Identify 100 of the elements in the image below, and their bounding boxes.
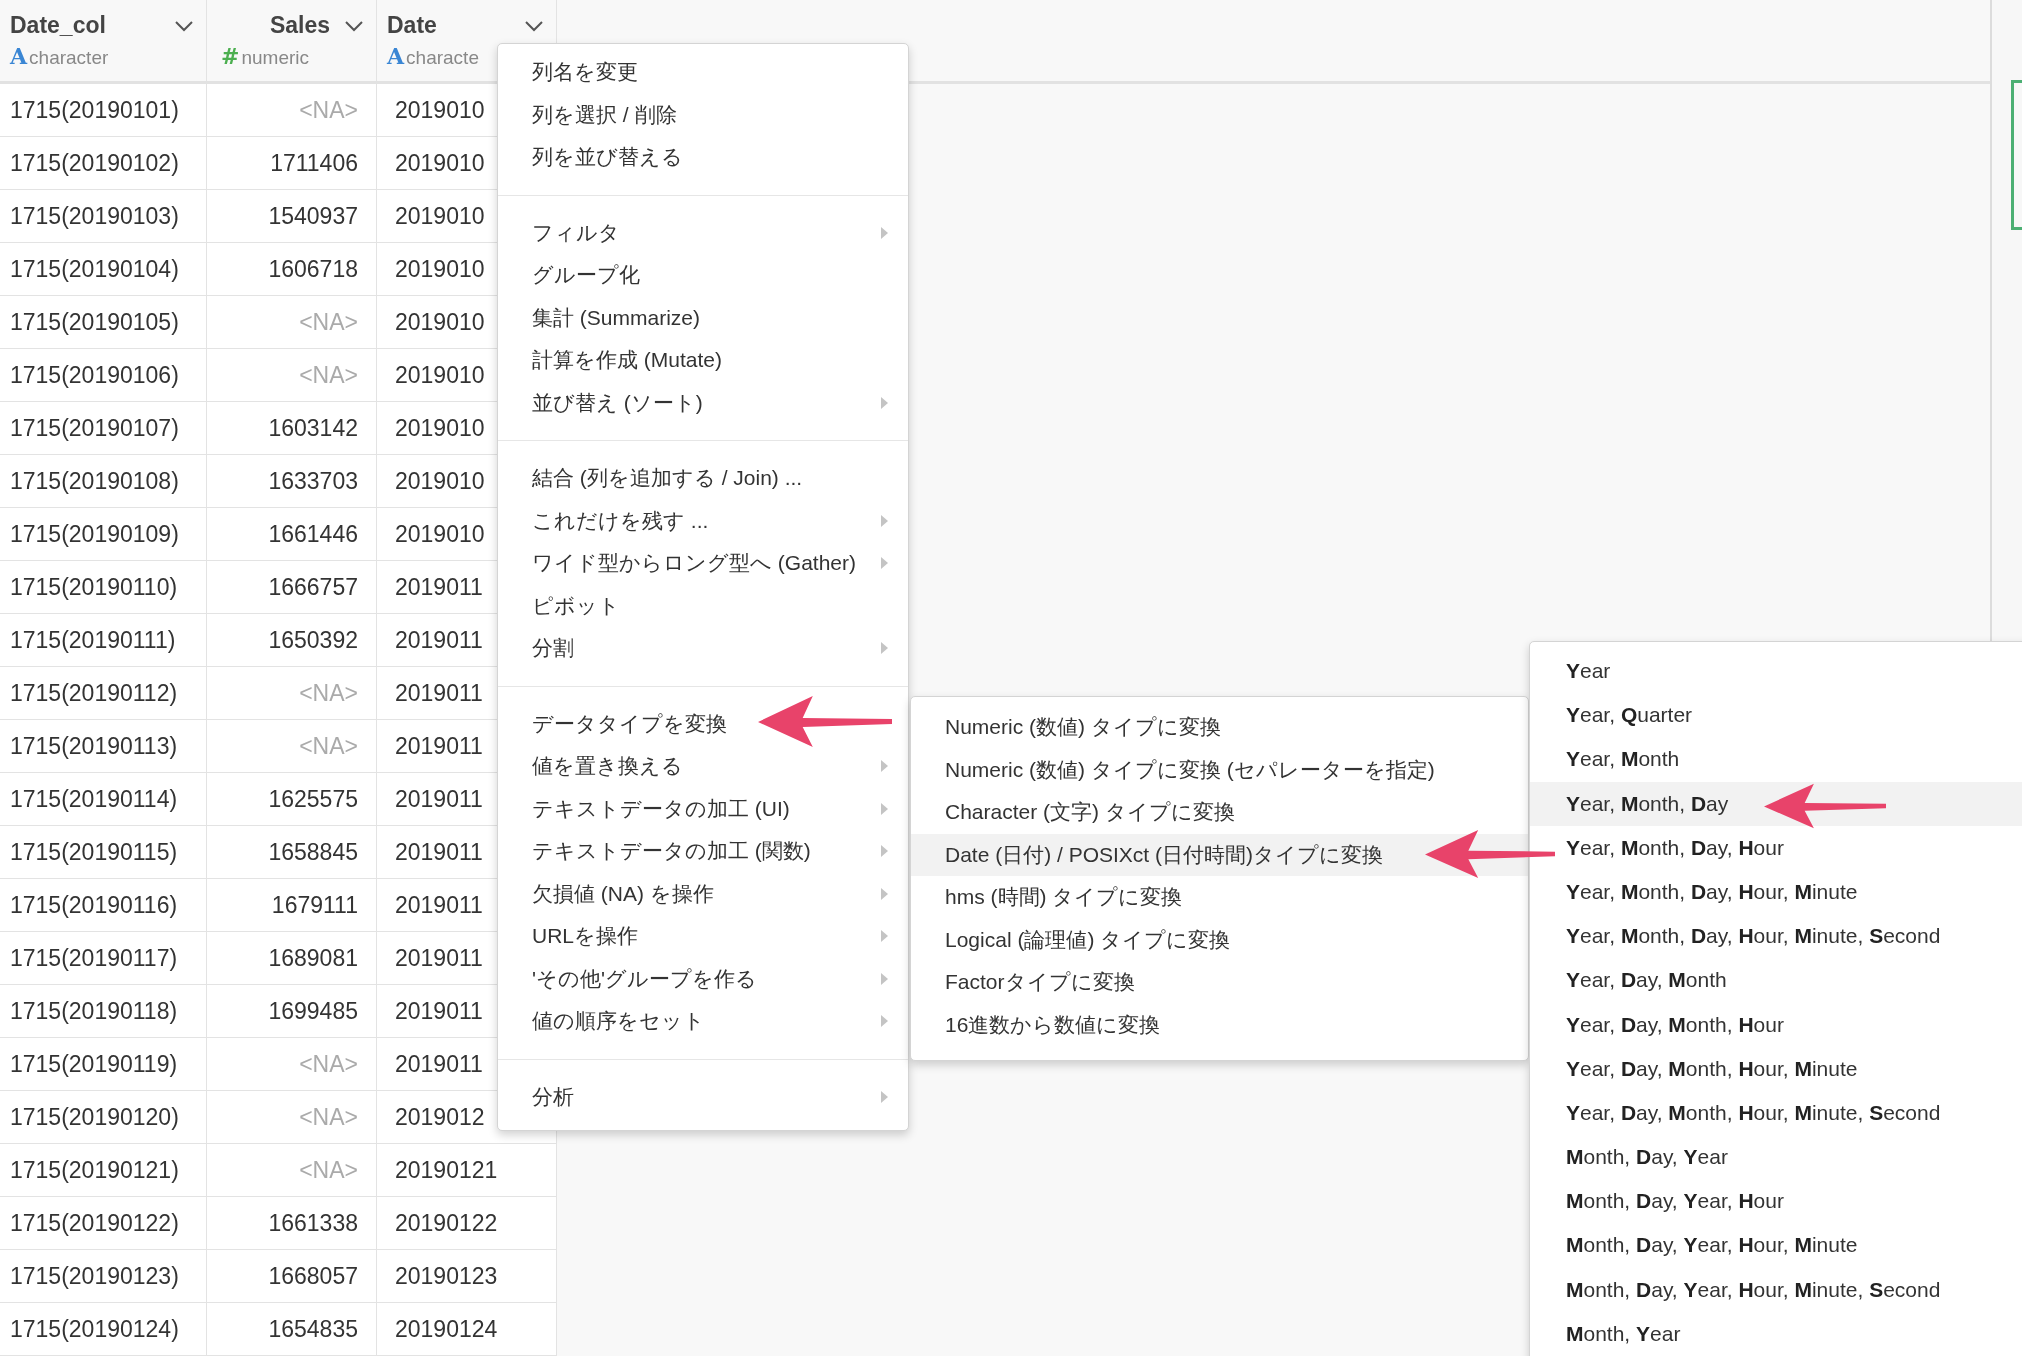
- submenu-arrow-icon: [881, 760, 888, 773]
- table-cell: 1715(20190113): [0, 720, 207, 772]
- table-cell: 1625575: [207, 773, 377, 825]
- submenu-arrow-icon: [881, 226, 888, 239]
- submenu-arrow-icon: [881, 514, 888, 527]
- table-cell: 1711406: [207, 137, 377, 189]
- menu-item[interactable]: Year, Quarter: [1530, 693, 2022, 738]
- menu-item[interactable]: Year, Month, Day, Hour, Minute, Second: [1530, 914, 2022, 959]
- table-cell: 1658845: [207, 826, 377, 878]
- submenu-arrow-icon: [881, 887, 888, 900]
- menu-item[interactable]: Numeric (数値) タイプに変換: [911, 706, 1528, 749]
- menu-item[interactable]: Year: [1530, 649, 2022, 694]
- table-cell: 1715(20190114): [0, 773, 207, 825]
- column-header[interactable]: Date_col Acharacter: [0, 0, 207, 81]
- menu-item[interactable]: Character (文字) タイプに変換: [911, 791, 1528, 834]
- table-cell: 1715(20190118): [0, 985, 207, 1037]
- submenu-arrow-icon: [881, 802, 888, 815]
- table-cell: 1603142: [207, 402, 377, 454]
- menu-item[interactable]: Year, Day, Month, Hour, Minute, Second: [1530, 1090, 2022, 1136]
- type-icon: A: [387, 43, 405, 69]
- submenu-arrow-icon: [881, 642, 888, 655]
- table-cell: 1650392: [207, 614, 377, 666]
- menu-item[interactable]: Month, Year: [1530, 1311, 2022, 1356]
- table-cell: <NA>: [207, 1091, 377, 1143]
- table-cell: 1715(20190106): [0, 349, 207, 401]
- table-cell: <NA>: [207, 84, 377, 136]
- menu-item[interactable]: Year, Day, Month: [1530, 958, 2022, 1003]
- table-cell: 1689081: [207, 932, 377, 984]
- table-cell: 20190121: [377, 1144, 557, 1196]
- table-cell: 20190124: [377, 1303, 557, 1355]
- type-icon: #: [221, 43, 240, 69]
- menu-item[interactable]: Month, Day, Year, Hour, Minute, Second: [1530, 1267, 2022, 1312]
- table-cell: 1661446: [207, 508, 377, 560]
- menu-item[interactable]: Year, Day, Month, Hour, Minute: [1530, 1046, 2022, 1091]
- submenu-arrow-icon: [881, 1015, 888, 1028]
- menu-item[interactable]: Numeric (数値) タイプに変換 (セパレーターを指定): [911, 748, 1528, 791]
- column-type: character: [29, 47, 109, 69]
- menu-item[interactable]: Month, Day, Year, Hour, Minute: [1530, 1223, 2022, 1268]
- table-cell: 1715(20190119): [0, 1038, 207, 1090]
- table-cell: 1540937: [207, 190, 377, 242]
- submenu-arrow-icon: [881, 972, 888, 985]
- table-cell: 1715(20190109): [0, 508, 207, 560]
- column-name: Date: [387, 12, 437, 39]
- table-cell: 1715(20190102): [0, 137, 207, 189]
- table-cell: 1715(20190120): [0, 1091, 207, 1143]
- table-cell: 1715(20190108): [0, 455, 207, 507]
- table-cell: 1715(20190104): [0, 243, 207, 295]
- table-cell: <NA>: [207, 720, 377, 772]
- menu-item[interactable]: Year, Month, Day, Hour, Minute: [1530, 869, 2022, 915]
- column-type: characte: [406, 47, 479, 69]
- table-cell: 1666757: [207, 561, 377, 613]
- chevron-down-icon[interactable]: [344, 19, 364, 32]
- table-cell: 1715(20190110): [0, 561, 207, 613]
- table-cell: 1715(20190124): [0, 1303, 207, 1355]
- menu-item[interactable]: Logical (論理値) タイプに変換: [911, 918, 1528, 961]
- submenu-arrow-icon: [881, 557, 888, 570]
- chevron-down-icon[interactable]: [524, 19, 544, 32]
- table-cell: <NA>: [207, 1038, 377, 1090]
- submenu-arrow-icon: [881, 396, 888, 409]
- column-name: Date_col: [10, 12, 106, 39]
- table-cell: <NA>: [207, 296, 377, 348]
- table-cell: 1715(20190101): [0, 84, 207, 136]
- table-cell: 1715(20190112): [0, 667, 207, 719]
- menu-item[interactable]: Month, Day, Year, Hour: [1530, 1179, 2022, 1224]
- table-cell: 1715(20190117): [0, 932, 207, 984]
- table-cell: 1715(20190103): [0, 190, 207, 242]
- submenu-arrow-icon: [881, 930, 888, 943]
- table-cell: <NA>: [207, 1144, 377, 1196]
- menu-item[interactable]: 16進数から数値に変換: [911, 1003, 1528, 1046]
- table-cell: 1633703: [207, 455, 377, 507]
- table-cell: 1715(20190123): [0, 1250, 207, 1302]
- table-cell: 1606718: [207, 243, 377, 295]
- table-cell: 20190122: [377, 1197, 557, 1249]
- table-cell: 1715(20190116): [0, 879, 207, 931]
- menu-item[interactable]: hms (時間) タイプに変換: [911, 876, 1528, 919]
- table-cell: 1715(20190115): [0, 826, 207, 878]
- table-cell: 1699485: [207, 985, 377, 1037]
- menu-item[interactable]: Year, Month: [1530, 737, 2022, 782]
- menu-item[interactable]: Date (日付) / POSIXct (日付時間)タイプに変換: [911, 833, 1528, 876]
- table-cell: <NA>: [207, 349, 377, 401]
- table-cell: 1661338: [207, 1197, 377, 1249]
- column-header[interactable]: Sales #numeric: [207, 0, 377, 81]
- table-cell: 1679111: [207, 879, 377, 931]
- submenu-arrow-icon: [881, 845, 888, 858]
- column-type: numeric: [241, 47, 309, 69]
- table-cell: <NA>: [207, 667, 377, 719]
- table-cell: 1715(20190121): [0, 1144, 207, 1196]
- menu-item[interactable]: Year, Day, Month, Hour: [1530, 1002, 2022, 1047]
- table-cell: 1668057: [207, 1250, 377, 1302]
- menu-item[interactable]: Year, Month, Day, Hour: [1530, 825, 2022, 870]
- table-cell: 1654835: [207, 1303, 377, 1355]
- menu-item[interactable]: Month, Day, Year: [1530, 1135, 2022, 1180]
- chevron-down-icon[interactable]: [174, 19, 194, 32]
- table-cell: 1715(20190105): [0, 296, 207, 348]
- menu-item[interactable]: Year, Month, Day: [1530, 781, 2022, 826]
- submenu-arrow-icon: [881, 1090, 888, 1103]
- table-cell: 1715(20190107): [0, 402, 207, 454]
- table-cell: 20190123: [377, 1250, 557, 1302]
- menu-item[interactable]: Factorタイプに変換: [911, 961, 1528, 1004]
- type-icon: A: [10, 43, 28, 69]
